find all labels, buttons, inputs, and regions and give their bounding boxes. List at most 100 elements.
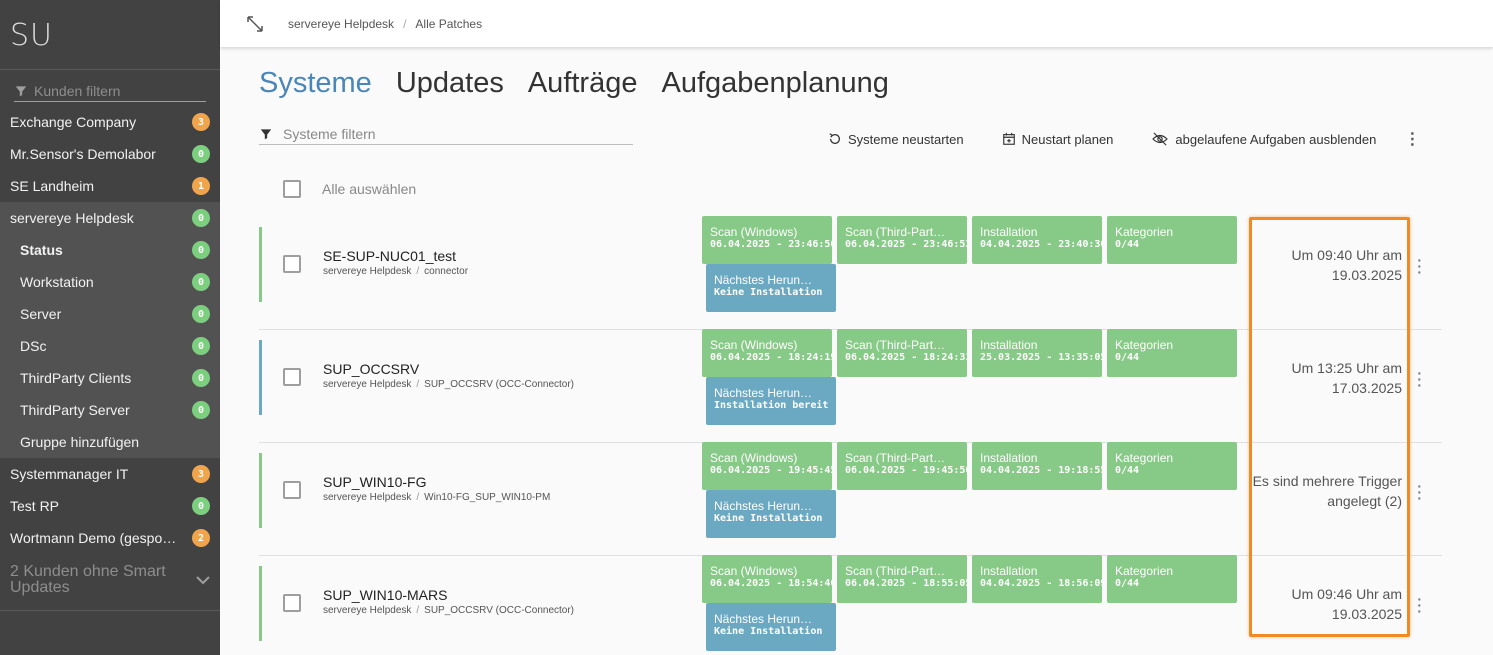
- select-all-checkbox[interactable]: [283, 180, 301, 198]
- customers-without-smart-updates[interactable]: 2 Kunden ohne Smart Updates: [0, 554, 220, 611]
- hide-expired-tasks-label: abgelaufene Aufgaben ausblenden: [1175, 131, 1377, 147]
- filter-icon: [260, 128, 272, 139]
- sidebar-item[interactable]: Test RP 0: [0, 490, 220, 522]
- system-path-connector: connector: [424, 266, 469, 277]
- tab-aufgabenplanung[interactable]: Aufgabenplanung: [661, 67, 888, 100]
- select-all-label: Alle auswählen: [322, 181, 417, 197]
- tab-systeme[interactable]: Systeme: [259, 67, 372, 100]
- system-path-customer: servereye Helpdesk: [323, 379, 412, 390]
- sidebar-item-label: Status: [20, 242, 63, 258]
- tabs: Systeme Updates Aufträge Aufgabenplanung: [259, 67, 889, 100]
- systems-filter-input[interactable]: Systeme filtern: [259, 123, 633, 145]
- system-name[interactable]: SE-SUP-NUC01_test: [323, 248, 456, 264]
- customer-filter[interactable]: Kunden filtern: [14, 80, 206, 102]
- status-tile[interactable]: Scan (Windows) 06.04.2025 - 18:54:46: [702, 555, 832, 603]
- system-path-connector: SUP_OCCSRV (OCC-Connector): [424, 379, 575, 390]
- row-menu-icon[interactable]: · · ·: [1417, 366, 1422, 392]
- sidebar-item-label: Mr.Sensor's Demolabor: [10, 146, 156, 162]
- sidebar-item[interactable]: Mr.Sensor's Demolabor 0: [0, 138, 220, 170]
- system-name[interactable]: SUP_WIN10-FG: [323, 474, 426, 490]
- plan-restart-button[interactable]: Neustart planen: [1002, 132, 1113, 147]
- expand-icon[interactable]: [244, 13, 266, 35]
- sidebar-item[interactable]: Workstation 0: [0, 266, 220, 298]
- status-tile[interactable]: Installation 04.04.2025 - 23:40:30: [972, 216, 1102, 264]
- breadcrumb-current: Alle Patches: [415, 16, 483, 31]
- path-separator: /: [416, 266, 420, 277]
- next-download-tile[interactable]: Nächstes Herun… Keine Installation: [706, 603, 836, 651]
- breadcrumb-customer[interactable]: servereye Helpdesk: [288, 17, 394, 31]
- status-tile[interactable]: Installation 04.04.2025 - 18:56:09: [972, 555, 1102, 603]
- row-menu-icon[interactable]: · · ·: [1417, 253, 1422, 279]
- row-checkbox[interactable]: [283, 594, 301, 612]
- next-download-tile[interactable]: Nächstes Herun… Keine Installation: [706, 264, 836, 312]
- status-tile[interactable]: Installation 04.04.2025 - 19:18:55: [972, 442, 1102, 490]
- restart-systems-button[interactable]: Systeme neustarten: [828, 132, 964, 147]
- status-tile-value: 06.04.2025 - 18:55:05: [845, 578, 967, 589]
- count-badge: 2: [192, 529, 210, 547]
- count-badge: 0: [192, 305, 210, 323]
- status-tile[interactable]: Scan (Third-Part… 06.04.2025 - 18:55:05: [837, 555, 967, 603]
- row-menu-icon[interactable]: · · ·: [1417, 592, 1422, 618]
- sidebar-item[interactable]: Wortmann Demo (gespo… 2: [0, 522, 220, 554]
- system-name[interactable]: SUP_OCCSRV: [323, 361, 419, 377]
- status-tile[interactable]: Scan (Third-Part… 06.04.2025 - 18:24:31: [837, 329, 967, 377]
- status-tile-title: Scan (Windows): [710, 451, 798, 465]
- select-all[interactable]: Alle auswählen: [283, 180, 416, 198]
- status-tile[interactable]: Kategorien 0/44: [1107, 216, 1237, 264]
- status-tile[interactable]: Scan (Third-Part… 06.04.2025 - 23:46:53: [837, 216, 967, 264]
- next-download-value: Keine Installation: [714, 513, 823, 524]
- row-menu-icon[interactable]: · · ·: [1417, 479, 1422, 505]
- sidebar-item[interactable]: Status 0: [0, 234, 220, 266]
- sidebar-item[interactable]: ThirdParty Clients 0: [0, 362, 220, 394]
- next-download-tile[interactable]: Nächstes Herun… Keine Installation: [706, 490, 836, 538]
- tab-updates[interactable]: Updates: [396, 67, 504, 100]
- sidebar-item[interactable]: SE Landheim 1: [0, 170, 220, 202]
- sidebar-item[interactable]: Exchange Company 3: [0, 106, 220, 138]
- status-tile[interactable]: Kategorien 0/44: [1107, 555, 1237, 603]
- status-tile-value: 06.04.2025 - 19:45:50: [845, 465, 967, 476]
- system-path-customer: servereye Helpdesk: [323, 492, 412, 503]
- row-checkbox[interactable]: [283, 255, 301, 273]
- status-tile-value: 06.04.2025 - 23:46:50: [710, 239, 832, 250]
- sidebar-item[interactable]: ThirdParty Server 0: [0, 394, 220, 426]
- status-tile[interactable]: Kategorien 0/44: [1107, 442, 1237, 490]
- status-tile[interactable]: Scan (Windows) 06.04.2025 - 23:46:50: [702, 216, 832, 264]
- count-badge: 1: [192, 177, 210, 195]
- system-path: servereye Helpdesk / connector: [323, 266, 468, 277]
- status-bar: [259, 340, 262, 415]
- status-tile-value: 04.04.2025 - 23:40:30: [980, 239, 1102, 250]
- sidebar-item[interactable]: DSc 0: [0, 330, 220, 362]
- row-checkbox[interactable]: [283, 368, 301, 386]
- sidebar-item[interactable]: servereye Helpdesk 0: [0, 202, 220, 234]
- sidebar-item[interactable]: Systemmanager IT 3: [0, 458, 220, 490]
- row-checkbox[interactable]: [283, 481, 301, 499]
- sidebar-item-label: Server: [20, 306, 62, 322]
- status-tile[interactable]: Scan (Third-Part… 06.04.2025 - 19:45:50: [837, 442, 967, 490]
- next-download-title: Nächstes Herun…: [714, 386, 813, 400]
- status-tile-value: 06.04.2025 - 18:54:46: [710, 578, 832, 589]
- system-path: servereye Helpdesk / SUP_OCCSRV (OCC-Conne…: [323, 605, 574, 616]
- system-name[interactable]: SUP_WIN10-MARS: [323, 587, 447, 603]
- sidebar-item[interactable]: Server 0: [0, 298, 220, 330]
- status-tile-value: 0/44: [1115, 352, 1140, 363]
- hide-expired-tasks-button[interactable]: abgelaufene Aufgaben ausblenden: [1151, 132, 1376, 147]
- tab-auftraege[interactable]: Aufträge: [528, 67, 638, 100]
- status-tile-title: Installation: [980, 338, 1038, 352]
- next-download-tile[interactable]: Nächstes Herun… Installation bereit: [706, 377, 836, 425]
- count-badge: 3: [192, 465, 210, 483]
- system-path-connector: Win10-FG_SUP_WIN10-PM: [424, 492, 551, 503]
- chevron-down-icon: [196, 576, 210, 585]
- more-options-icon[interactable]: ⋮: [1404, 129, 1420, 149]
- status-tile-title: Scan (Windows): [710, 564, 798, 578]
- sidebar-item[interactable]: Gruppe hinzufügen: [0, 426, 220, 458]
- status-tile-value: 04.04.2025 - 18:56:09: [980, 578, 1102, 589]
- calendar-icon: [1002, 132, 1015, 145]
- status-tile[interactable]: Scan (Windows) 06.04.2025 - 18:24:19: [702, 329, 832, 377]
- status-tile[interactable]: Kategorien 0/44: [1107, 329, 1237, 377]
- status-tile-value: 06.04.2025 - 18:24:31: [845, 352, 967, 363]
- status-tile[interactable]: Installation 25.03.2025 - 13:35:05: [972, 329, 1102, 377]
- status-tile-title: Installation: [980, 451, 1038, 465]
- status-bar: [259, 227, 262, 302]
- sidebar-item-label: Systemmanager IT: [10, 466, 129, 482]
- status-tile[interactable]: Scan (Windows) 06.04.2025 - 19:45:45: [702, 442, 832, 490]
